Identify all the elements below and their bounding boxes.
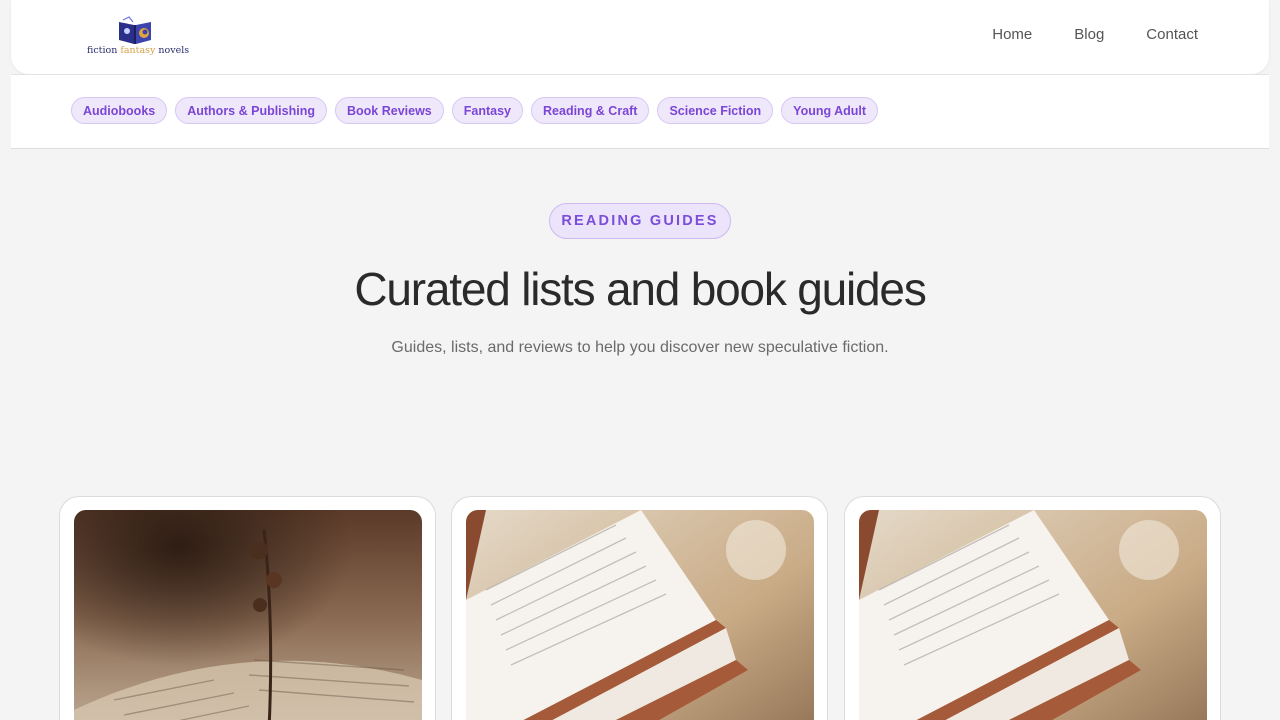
card-2-photo <box>466 510 814 720</box>
logo-word-fiction: fiction <box>87 45 121 56</box>
page-title: Curated lists and book guides <box>354 263 926 315</box>
category-young-adult[interactable]: Young Adult <box>781 97 879 124</box>
logo-wordmark: fiction fantasy novels <box>87 45 189 56</box>
guide-card-3[interactable] <box>844 496 1221 720</box>
category-authors-publishing[interactable]: Authors & Publishing <box>175 97 327 124</box>
card-3-photo <box>859 510 1207 720</box>
book-logo-icon <box>119 16 151 44</box>
logo-word-fantasy: fantasy <box>120 45 156 56</box>
nav-blog-link[interactable]: Blog <box>1074 26 1104 43</box>
open-book-pages-image <box>859 510 1207 720</box>
category-bar: Audiobooks Authors & Publishing Book Rev… <box>11 74 1269 149</box>
guide-card-1[interactable] <box>59 496 436 720</box>
open-book-pages-image <box>466 510 814 720</box>
category-list: Audiobooks Authors & Publishing Book Rev… <box>71 97 879 124</box>
card-1-photo <box>74 510 422 720</box>
guide-card-2[interactable] <box>451 496 828 720</box>
eyebrow-badge: READING GUIDES <box>549 203 731 239</box>
dried-flowers-on-book-image <box>74 510 422 720</box>
category-book-reviews[interactable]: Book Reviews <box>335 97 444 124</box>
category-audiobooks[interactable]: Audiobooks <box>71 97 168 124</box>
site-header: fiction fantasy novels Home Blog Contact <box>11 0 1269 74</box>
main-nav: Home Blog Contact <box>992 26 1198 43</box>
page-subtitle: Guides, lists, and reviews to help you d… <box>391 339 889 356</box>
site-logo[interactable]: fiction fantasy novels <box>87 14 189 60</box>
category-reading-craft[interactable]: Reading & Craft <box>531 97 650 124</box>
nav-home-link[interactable]: Home <box>992 26 1032 43</box>
category-science-fiction[interactable]: Science Fiction <box>657 97 774 124</box>
logo-word-novels: novels <box>155 45 190 56</box>
nav-contact-link[interactable]: Contact <box>1146 26 1198 43</box>
category-fantasy[interactable]: Fantasy <box>451 97 524 124</box>
